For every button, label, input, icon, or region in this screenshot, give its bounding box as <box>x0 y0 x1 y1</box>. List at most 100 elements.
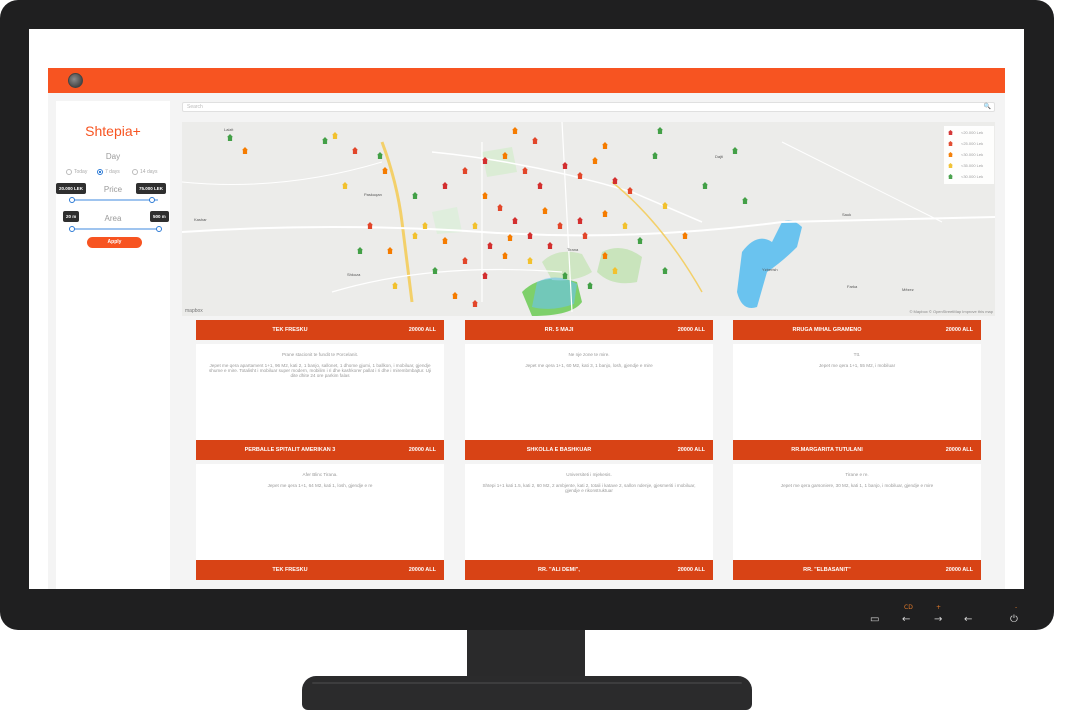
listing-card-header[interactable]: RR. "ALI DEMI", 20000 ALL <box>465 560 713 580</box>
listing-street: RRUGA MIHAL GRAMENO <box>792 327 862 333</box>
listing-price: 20000 ALL <box>945 327 973 333</box>
legend-label: <30.000 Lek <box>961 174 984 179</box>
map-place-label: Mëzez <box>902 287 914 292</box>
day-label: Day <box>105 152 121 161</box>
area-max-handle[interactable] <box>156 226 162 232</box>
area-slider-track[interactable] <box>72 228 158 230</box>
listing-title: Prane stacionit te fundit te Porcelanit. <box>281 352 359 357</box>
day-radio-group: Today 7 days 14 days <box>60 169 168 179</box>
house-icon <box>948 141 953 146</box>
listing-title: Ttt. <box>853 352 861 357</box>
listing-title: Ne nje zone te mire. <box>568 352 610 357</box>
monitor-stand <box>302 676 752 710</box>
listing-price: 20000 ALL <box>677 447 705 453</box>
house-icon <box>948 152 953 157</box>
listing-card-header[interactable]: SHKOLLA E BASHKUAR 20000 ALL <box>465 440 713 460</box>
area-label: Area <box>104 214 122 223</box>
listing-description: Shtepi 1+1 kati 1.5, kati 2, 60 M2, 2 am… <box>482 483 696 493</box>
listing-description: Jepet me qera 1+1, 55 M2, i mobiluar <box>818 363 896 368</box>
search-placeholder: Search <box>187 104 203 110</box>
map-attribution[interactable]: © Mapbox © OpenStreetMap Improve this ma… <box>910 309 994 314</box>
apply-button[interactable]: Apply <box>87 237 142 248</box>
listing-card-header[interactable]: RR.MARGARITA TUTULANI 20000 ALL <box>733 440 981 460</box>
input-icon[interactable]: ▭ <box>870 614 879 625</box>
screen: Shtepia+ Day Today 7 days 14 days 20.000… <box>29 29 1024 589</box>
avatar[interactable] <box>68 73 83 88</box>
radio-dot[interactable] <box>66 169 72 175</box>
app-window: Shtepia+ Day Today 7 days 14 days 20.000… <box>48 68 1005 589</box>
listing-street: RR. 5 MAJI <box>544 327 574 333</box>
listing-title: Universiteti i mjekesis. <box>566 472 612 477</box>
radio-dot-selected[interactable] <box>97 169 103 175</box>
legend-row: <30.000 Lek <box>948 152 983 157</box>
power-icon[interactable]: ⏻ <box>1010 614 1018 625</box>
listing-card-header[interactable]: TEK FRESKU 20000 ALL <box>196 320 444 340</box>
listing-title: Tirane e re. <box>845 472 869 477</box>
listing-card-header[interactable]: TEK FRESKU 20000 ALL <box>196 560 444 580</box>
price-min-handle[interactable] <box>69 197 75 203</box>
legend-row: <25.000 Lek <box>948 141 983 146</box>
listing-card-body[interactable]: Afer Blinc Tirana. Jepet me qera 1+1, 64 … <box>196 464 444 560</box>
listing-card-header[interactable]: PERBALLE SPITALIT AMERIKAN 3 20000 ALL <box>196 440 444 460</box>
listing-street: RR.MARGARITA TUTULANI <box>791 447 863 453</box>
listing-card-header[interactable]: RR. "ELBASANIT" 20000 ALL <box>733 560 981 580</box>
listing-card-header[interactable]: RRUGA MIHAL GRAMENO 20000 ALL <box>733 320 981 340</box>
map-place-label: Sauk <box>842 212 852 217</box>
price-slider-track[interactable] <box>72 199 158 201</box>
top-bar <box>48 68 1005 93</box>
radio-dot[interactable] <box>132 169 138 175</box>
area-min-handle[interactable] <box>69 226 75 232</box>
map-place-label: Shkoza <box>347 272 361 277</box>
listing-card-body[interactable]: Tirane e re. Jepet me qera garsoniere, 30… <box>733 464 981 560</box>
map-place-label: Paskuqan <box>364 192 382 197</box>
listing-price: 20000 ALL <box>677 567 705 573</box>
price-max-handle[interactable] <box>149 197 155 203</box>
map-view[interactable]: Lalzit Paskuqan Shkoza Kashar Tirana Daj… <box>182 122 995 316</box>
listing-description: Jepet me qera garsoniere, 30 M2, kati 1,… <box>780 483 934 488</box>
listing-card-body[interactable]: Prane stacionit te fundit te Porcelanit.… <box>196 344 444 440</box>
right-arrow-icon[interactable]: → <box>934 614 942 625</box>
search-bar[interactable]: Search 🔍 <box>182 102 995 112</box>
radio-label: 14 days <box>140 169 158 175</box>
listing-price: 20000 ALL <box>677 327 705 333</box>
listing-street: TEK FRESKU <box>272 327 308 333</box>
radio-14-days[interactable]: 14 days <box>132 169 158 175</box>
listing-description: Jepet me qera 1+1, 60 M2, kati 3, 1 banj… <box>525 363 653 368</box>
listing-card-body[interactable]: Ttt. Jepet me qera 1+1, 55 M2, i mobiluar <box>733 344 981 440</box>
map-place-label: Kashar <box>194 217 207 222</box>
listing-price: 20000 ALL <box>945 567 973 573</box>
listing-street: RR. "ALI DEMI", <box>538 567 580 573</box>
mapbox-logo[interactable]: mapbox <box>185 308 203 314</box>
listing-card-body[interactable]: Universiteti i mjekesis. Shtepi 1+1 kati … <box>465 464 713 560</box>
radio-label: Today <box>74 169 88 175</box>
listing-title: Afer Blinc Tirana. <box>302 472 338 477</box>
listing-street: RR. "ELBASANIT" <box>803 567 851 573</box>
listing-card-body[interactable]: Ne nje zone te mire. Jepet me qera 1+1, 6… <box>465 344 713 440</box>
price-label: Price <box>103 185 123 194</box>
listing-description: Jepet me qera 1+1, 64 M2, kati 1, losh, … <box>267 483 373 488</box>
filter-sidebar: Shtepia+ Day Today 7 days 14 days 20.000… <box>56 101 170 589</box>
radio-7-days[interactable]: 7 days <box>97 169 120 175</box>
monitor-neck <box>467 630 585 680</box>
back-icon[interactable]: ← <box>964 614 972 625</box>
listing-price: 20000 ALL <box>408 567 436 573</box>
map-place-label: Tirana <box>567 247 579 252</box>
search-icon[interactable]: 🔍 <box>984 103 991 110</box>
bezel-label: CD <box>904 604 913 611</box>
radio-label: 7 days <box>105 169 120 175</box>
map-place-label: Lalzit <box>224 127 234 132</box>
listing-price: 20000 ALL <box>408 447 436 453</box>
listing-price: 20000 ALL <box>408 327 436 333</box>
listing-card-header[interactable]: RR. 5 MAJI 20000 ALL <box>465 320 713 340</box>
bezel-controls: CD + - ▭ ← → ← ⏻ <box>860 604 1030 628</box>
house-icon <box>948 130 953 135</box>
legend-label: <20.000 Lek <box>961 130 984 135</box>
left-arrow-icon[interactable]: ← <box>902 614 910 625</box>
radio-today[interactable]: Today <box>66 169 87 175</box>
legend-row: <30.000 Lek <box>948 174 983 179</box>
listing-description: Jepet me qera apartament 1+1, 96 M2, kat… <box>208 363 432 378</box>
monitor-frame: Shtepia+ Day Today 7 days 14 days 20.000… <box>0 0 1054 630</box>
listing-street: PERBALLE SPITALIT AMERIKAN 3 <box>244 447 336 453</box>
listing-street: SHKOLLA E BASHKUAR <box>526 447 592 453</box>
legend-label: <30.000 Lek <box>961 152 984 157</box>
